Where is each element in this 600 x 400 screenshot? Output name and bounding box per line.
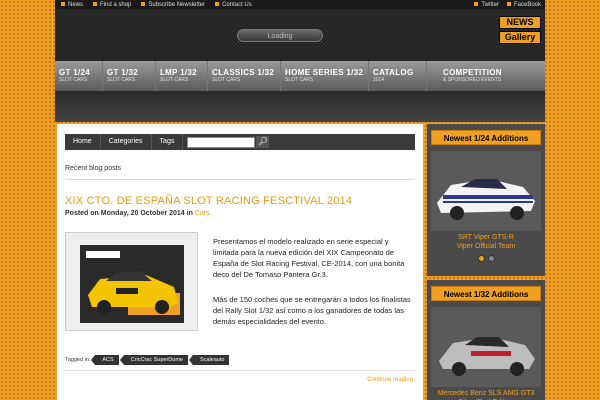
subnav-categories[interactable]: Categories <box>101 134 152 150</box>
post-excerpt: Presentamos el modelo realizado en serie… <box>213 236 413 327</box>
main-nav: GT 1/24 SLOT CARS GT 1/32 SLOT CARS LMP 1/… <box>55 61 545 91</box>
nav-item-home-series[interactable]: HOME SERIES 1/32 SLOT CARS <box>281 61 369 91</box>
post-paragraph-2: Más de 150 coches que se entregarán a to… <box>213 295 411 326</box>
newest-132-box: Newest 1/32 Additions Mercedes Benz SLS … <box>427 280 545 400</box>
search-icon: 🔎︎ <box>257 137 268 146</box>
mercedes-car-image <box>431 307 541 387</box>
continue-reading-link[interactable]: Continue reading <box>367 377 413 383</box>
nav-item-competition[interactable]: COMPETITION & SPONSORED EVENTS <box>427 61 545 91</box>
nav-item-gt-124[interactable]: GT 1/24 SLOT CARS <box>55 61 103 91</box>
news-button[interactable]: NEWS <box>499 16 541 29</box>
nav-item-classics-132[interactable]: CLASSICS 1/32 SLOT CARS <box>208 61 281 91</box>
viper-car-image <box>431 151 541 231</box>
nav-item-gt-132[interactable]: GT 1/32 SLOT CARS <box>103 61 156 91</box>
topbar-link-contact[interactable]: Contact Us <box>215 2 252 8</box>
tag-acs[interactable]: ACS <box>91 355 119 365</box>
post-date: Posted on Monday, 20 October 2014 in <box>65 210 193 217</box>
tag-criccrac-superdome[interactable]: CricCrac SuperDome <box>119 355 188 365</box>
nav-item-catalog[interactable]: CATALOG 2014 <box>369 61 427 91</box>
newest-124-caption[interactable]: SRT Viper GTS-R Viper Official Team <box>427 233 545 251</box>
tag-scaleauto[interactable]: Scaleauto <box>188 355 230 365</box>
car-box-image <box>66 233 197 330</box>
top-bar: News Find a shop Subscribe Newsletter Co… <box>55 0 545 9</box>
newest-132-title: Newest 1/32 Additions <box>431 286 541 301</box>
carousel-dots <box>427 255 545 262</box>
nav-shadow <box>55 91 545 122</box>
topbar-link-newsletter[interactable]: Subscribe Newsletter <box>141 2 205 8</box>
search-button[interactable]: 🔎︎ <box>256 136 270 148</box>
topbar-link-twitter[interactable]: Twitter <box>474 2 499 8</box>
newest-124-image[interactable] <box>431 151 541 231</box>
topbar-link-find-shop[interactable]: Find a shop <box>93 2 131 8</box>
post-tags: Tagged in: ACS CricCrac SuperDome Scalea… <box>65 355 230 365</box>
carousel-dot-2[interactable] <box>487 255 495 262</box>
subnav-tags[interactable]: Tags <box>152 134 184 150</box>
search-input[interactable] <box>187 136 256 148</box>
main-content: Home Categories Tags 🔎︎ Recent blog post… <box>57 124 423 400</box>
newest-124-title: Newest 1/24 Additions <box>431 130 541 145</box>
post-title[interactable]: XIX CTO. DE ESPAÑA SLOT RACING FESCTIVAL… <box>65 195 352 207</box>
topbar-link-news[interactable]: News <box>61 2 83 8</box>
recent-posts-heading: Recent blog posts <box>65 165 122 172</box>
divider <box>65 179 415 180</box>
subnav-home[interactable]: Home <box>65 134 101 150</box>
carousel-dot-1[interactable] <box>477 255 485 262</box>
newest-132-image[interactable] <box>431 307 541 387</box>
newest-132-caption[interactable]: Mercedes Benz SLS AMG GT3 Silver/Red Edi… <box>427 389 545 400</box>
divider <box>65 370 415 371</box>
post-category-link[interactable]: Cars <box>195 210 210 217</box>
nav-item-lmp-132[interactable]: LMP 1/32 SLOT CARS <box>156 61 208 91</box>
gallery-button[interactable]: Gallery <box>499 31 541 44</box>
post-meta: Posted on Monday, 20 October 2014 in Car… <box>65 210 210 217</box>
loading-indicator: Loading <box>237 29 323 42</box>
topbar-link-facebook[interactable]: FaceBook <box>506 2 541 8</box>
tagged-in-label: Tagged in: <box>65 357 91 363</box>
site-header: Loading NEWS Gallery <box>55 9 545 61</box>
sub-nav: Home Categories Tags 🔎︎ <box>65 134 415 150</box>
post-paragraph-1: Presentamos el modelo realizado en serie… <box>213 237 405 279</box>
post-image[interactable] <box>65 232 198 331</box>
newest-124-box: Newest 1/24 Additions SRT Viper GTS-R Vi… <box>427 124 545 276</box>
